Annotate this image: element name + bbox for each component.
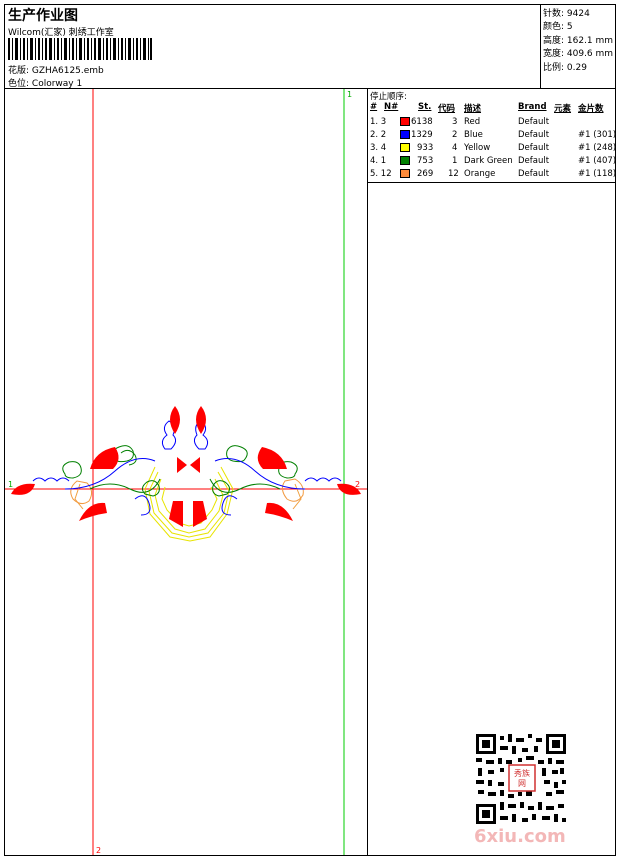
row-code: 3 (452, 117, 458, 127)
orange-stitch-area (70, 478, 304, 505)
svg-text:网: 网 (518, 779, 526, 788)
col-header-brand: Brand (518, 102, 547, 112)
row-index: 5. 12 (370, 169, 392, 179)
col-header-sequin: 金片数 (578, 104, 604, 114)
design-width: 宽度: 409.6 mm (543, 49, 614, 59)
colorway-row: 色位: Colorway 1 (8, 76, 82, 89)
col-header-index: # (370, 102, 378, 112)
production-worksheet: 生产作业图 Wilcom(汇家) 刺绣工作室 花版: GZHA6125.emb … (4, 4, 616, 856)
row-index: 2. 2 (370, 130, 387, 140)
color-sequence-table: 停止顺序: # N# St. 代码 描述 Brand 元素 金片数 1. 3 6… (368, 89, 617, 183)
color-swatch (400, 169, 410, 178)
row-sequin: #1 (407) (578, 156, 617, 166)
color-swatch (400, 117, 410, 126)
guide-label-left: 1 (8, 480, 13, 489)
row-description: Yellow (464, 143, 491, 153)
row-brand: Default (518, 117, 550, 127)
color-swatch (400, 143, 410, 152)
row-code: 12 (448, 169, 459, 179)
row-index: 3. 4 (370, 143, 387, 153)
page-title: 生产作业图 (8, 8, 78, 24)
row-description: Orange (464, 169, 496, 179)
col-header-needle: N# (384, 102, 399, 112)
colorway-label: 色位: (8, 79, 30, 89)
row-index: 1. 3 (370, 117, 387, 127)
stitch-count: 针数: 9424 (543, 9, 590, 19)
col-header-code: 代码 (438, 104, 456, 114)
design-file-row: 花版: GZHA6125.emb (8, 63, 104, 76)
row-code: 4 (452, 143, 458, 153)
watermark-text: 6xiu.com (474, 826, 566, 847)
col-header-stitches: St. (418, 102, 432, 112)
design-filename: GZHA6125.emb (31, 66, 104, 76)
company-name: Wilcom(汇家) 刺绣工作室 (8, 28, 114, 38)
row-stitches: 6138 (411, 117, 433, 127)
row-sequin: #1 (118) (578, 169, 617, 179)
design-scale: 比例: 0.29 (543, 63, 587, 73)
row-stitches: 753 (417, 156, 434, 166)
row-description: Red (464, 117, 481, 127)
row-index: 4. 1 (370, 156, 387, 166)
guide-label-red-bottom: 2 (96, 846, 101, 855)
row-brand: Default (518, 130, 550, 140)
design-height: 高度: 162.1 mm (543, 36, 614, 46)
row-brand: Default (518, 143, 550, 153)
row-sequin: #1 (248) (578, 143, 617, 153)
row-code: 2 (452, 130, 458, 140)
row-stitches: 933 (417, 143, 434, 153)
row-code: 1 (452, 156, 458, 166)
row-description: Dark Green (464, 156, 513, 166)
guide-label-green-top: 1 (347, 90, 352, 99)
barcode-icon (8, 38, 152, 60)
color-count: 颜色: 5 (543, 22, 573, 32)
colorway-value: Colorway 1 (31, 79, 83, 89)
design-label: 花版: (8, 66, 30, 76)
table-label: 停止顺序: (370, 92, 407, 102)
col-header-element: 元素 (554, 104, 572, 114)
row-brand: Default (518, 169, 550, 179)
qr-code-icon: 秀族 网 (476, 734, 566, 824)
header-info-panel: 生产作业图 Wilcom(汇家) 刺绣工作室 花版: GZHA6125.emb … (5, 5, 541, 89)
col-header-description: 描述 (464, 104, 482, 114)
row-stitches: 269 (417, 169, 434, 179)
row-stitches: 1329 (411, 130, 433, 140)
color-swatch (400, 130, 410, 139)
design-stats-panel: 针数: 9424 颜色: 5 高度: 162.1 mm 宽度: 409.6 mm… (541, 5, 615, 89)
embroidery-preview: 2 1 1 2 (5, 89, 368, 855)
row-description: Blue (464, 130, 483, 140)
row-sequin: #1 (301) (578, 130, 617, 140)
color-swatch (400, 156, 410, 165)
svg-text:秀族: 秀族 (514, 768, 530, 778)
embroidery-design-svg: 2 1 1 2 (5, 89, 367, 855)
row-brand: Default (518, 156, 550, 166)
